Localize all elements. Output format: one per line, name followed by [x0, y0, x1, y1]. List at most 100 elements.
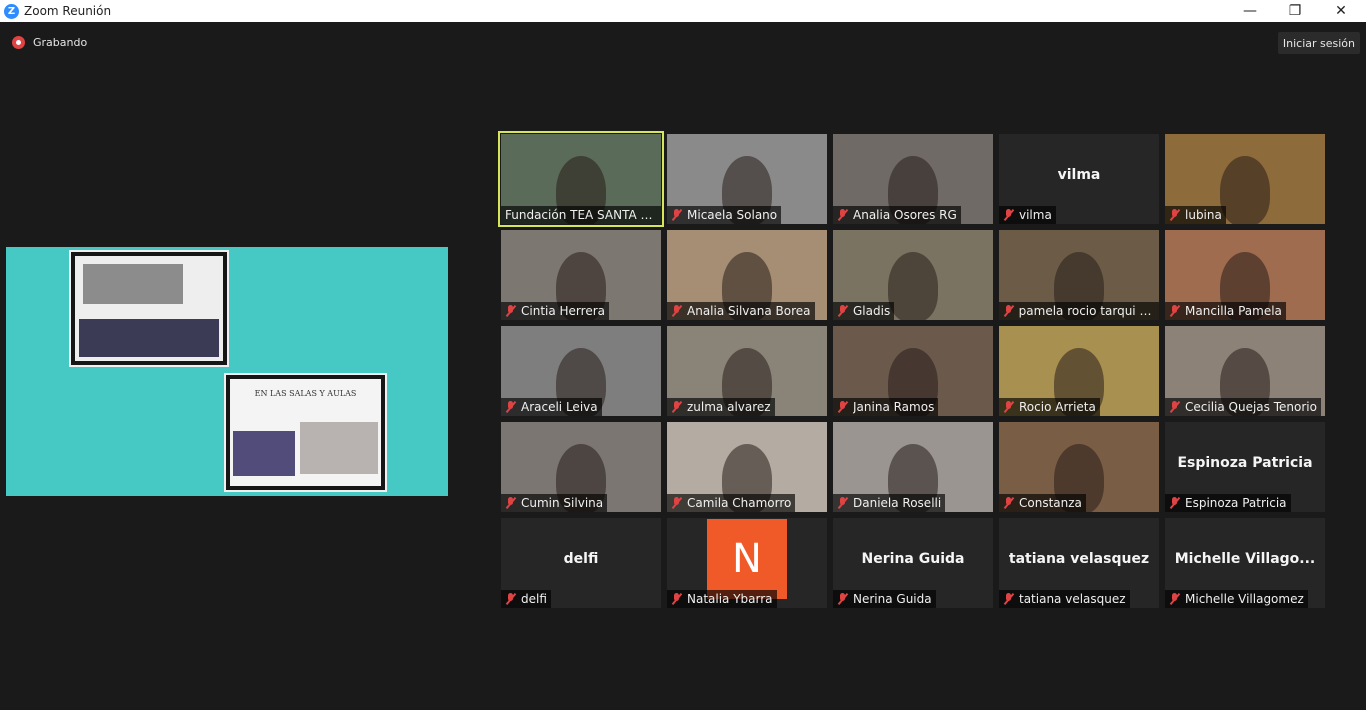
participant-name-label: Analia Silvana Borea: [667, 302, 815, 320]
participant-name: Micaela Solano: [687, 208, 778, 222]
participant-name-label: pamela rocio tarqui ti...: [999, 302, 1159, 320]
participant-tile[interactable]: Michelle Villago... Michelle Villagomez: [1165, 518, 1325, 608]
participant-tile[interactable]: Janina Ramos: [833, 326, 993, 416]
photo-classroom-right: [300, 422, 378, 474]
shared-screen[interactable]: EN LAS SALAS Y AULAS: [6, 247, 448, 496]
recording-icon: [12, 36, 25, 49]
participant-display-name: tatiana velasquez: [1008, 551, 1150, 567]
participant-tile[interactable]: N Natalia Ybarra: [667, 518, 827, 608]
participant-name-label: Mancilla Pamela: [1165, 302, 1286, 320]
muted-mic-icon: [1003, 209, 1015, 221]
participant-name-label: Cumin Silvina: [501, 494, 608, 512]
participant-name-label: Cintia Herrera: [501, 302, 609, 320]
participant-tile[interactable]: Constanza: [999, 422, 1159, 512]
participant-name-label: vilma: [999, 206, 1056, 224]
participant-name: Araceli Leiva: [521, 400, 598, 414]
participant-display-name: Michelle Villago...: [1174, 551, 1316, 567]
participant-name: Analia Silvana Borea: [687, 304, 811, 318]
muted-mic-icon: [671, 497, 683, 509]
participant-tile[interactable]: Fundación TEA SANTA C...: [498, 131, 664, 227]
participant-display-name: vilma: [1057, 167, 1101, 183]
signin-button[interactable]: Iniciar sesión: [1277, 32, 1360, 54]
participant-tile[interactable]: Daniela Roselli: [833, 422, 993, 512]
participant-name-label: Araceli Leiva: [501, 398, 602, 416]
title-bar: Z Zoom Reunión — ❐ ✕: [0, 0, 1366, 22]
participant-tile[interactable]: Rocio Arrieta: [999, 326, 1159, 416]
participant-tile[interactable]: zulma alvarez: [667, 326, 827, 416]
participant-name: lubina: [1185, 208, 1222, 222]
participant-tile[interactable]: pamela rocio tarqui ti...: [999, 230, 1159, 320]
participant-name: Michelle Villagomez: [1185, 592, 1304, 606]
participant-name-label: Michelle Villagomez: [1165, 590, 1308, 608]
muted-mic-icon: [1003, 497, 1015, 509]
participant-name: Constanza: [1019, 496, 1082, 510]
participant-name-label: zulma alvarez: [667, 398, 775, 416]
slide-caption: EN LAS SALAS Y AULAS: [254, 389, 357, 398]
participant-name: vilma: [1019, 208, 1052, 222]
participant-tile[interactable]: Nerina Guida Nerina Guida: [833, 518, 993, 608]
participant-tile[interactable]: Cecilia Quejas Tenorio: [1165, 326, 1325, 416]
recording-label: Grabando: [33, 36, 88, 49]
participant-name-label: Fundación TEA SANTA C...: [501, 206, 661, 224]
participant-tile[interactable]: Gladis: [833, 230, 993, 320]
zoom-logo-icon: Z: [4, 3, 19, 19]
photo-classroom-left: [233, 431, 295, 476]
participant-name-label: Daniela Roselli: [833, 494, 946, 512]
participant-tile[interactable]: delfi delfi: [501, 518, 661, 608]
participant-tile[interactable]: Analia Silvana Borea: [667, 230, 827, 320]
participant-tile[interactable]: Analia Osores RG: [833, 134, 993, 224]
meeting-topbar: Grabando Iniciar sesión: [0, 22, 1366, 64]
participant-name-label: lubina: [1165, 206, 1226, 224]
participant-tile[interactable]: Camila Chamorro: [667, 422, 827, 512]
close-button[interactable]: ✕: [1318, 0, 1364, 22]
muted-mic-icon: [1003, 305, 1015, 317]
participant-name: Natalia Ybarra: [687, 592, 773, 606]
participant-tile[interactable]: Cumin Silvina: [501, 422, 661, 512]
avatar: N: [707, 519, 787, 599]
participant-name: Daniela Roselli: [853, 496, 942, 510]
participant-name-label: Constanza: [999, 494, 1086, 512]
muted-mic-icon: [671, 305, 683, 317]
photo-letters-strip: [83, 264, 183, 304]
muted-mic-icon: [1169, 497, 1181, 509]
participant-name-label: Analia Osores RG: [833, 206, 961, 224]
slide-photo-bottom: EN LAS SALAS Y AULAS: [224, 373, 387, 492]
muted-mic-icon: [837, 209, 849, 221]
participant-name-label: delfi: [501, 590, 551, 608]
participant-display-name: Nerina Guida: [861, 551, 965, 567]
muted-mic-icon: [1169, 209, 1181, 221]
muted-mic-icon: [505, 497, 517, 509]
participant-name: Gladis: [853, 304, 891, 318]
participant-name: Fundación TEA SANTA C...: [505, 208, 657, 222]
muted-mic-icon: [505, 401, 517, 413]
muted-mic-icon: [837, 593, 849, 605]
muted-mic-icon: [837, 401, 849, 413]
window-title: Zoom Reunión: [24, 4, 112, 18]
restore-button[interactable]: ❐: [1272, 0, 1318, 22]
participant-name: zulma alvarez: [687, 400, 771, 414]
participant-tile[interactable]: tatiana velasquez tatiana velasquez: [999, 518, 1159, 608]
participant-tile[interactable]: Micaela Solano: [667, 134, 827, 224]
participant-tile[interactable]: Cintia Herrera: [501, 230, 661, 320]
participant-tile[interactable]: Espinoza Patricia Espinoza Patricia: [1165, 422, 1325, 512]
participant-name-label: Micaela Solano: [667, 206, 782, 224]
muted-mic-icon: [1169, 401, 1181, 413]
recording-indicator[interactable]: Grabando: [12, 36, 87, 49]
minimize-button[interactable]: —: [1227, 0, 1273, 22]
muted-mic-icon: [837, 305, 849, 317]
participant-name: Mancilla Pamela: [1185, 304, 1282, 318]
participant-name: Cumin Silvina: [521, 496, 604, 510]
muted-mic-icon: [1003, 401, 1015, 413]
participant-name-label: Gladis: [833, 302, 895, 320]
participant-silhouette: [888, 252, 938, 320]
photo-board: [79, 319, 219, 357]
participant-name: Cintia Herrera: [521, 304, 605, 318]
participant-tile[interactable]: lubina: [1165, 134, 1325, 224]
participant-tile[interactable]: Mancilla Pamela: [1165, 230, 1325, 320]
participant-silhouette: [1220, 156, 1270, 224]
participant-name: tatiana velasquez: [1019, 592, 1126, 606]
participant-tile[interactable]: vilma vilma: [999, 134, 1159, 224]
participant-tile[interactable]: Araceli Leiva: [501, 326, 661, 416]
slide-photo-top: [69, 250, 229, 367]
participant-name-label: Janina Ramos: [833, 398, 939, 416]
